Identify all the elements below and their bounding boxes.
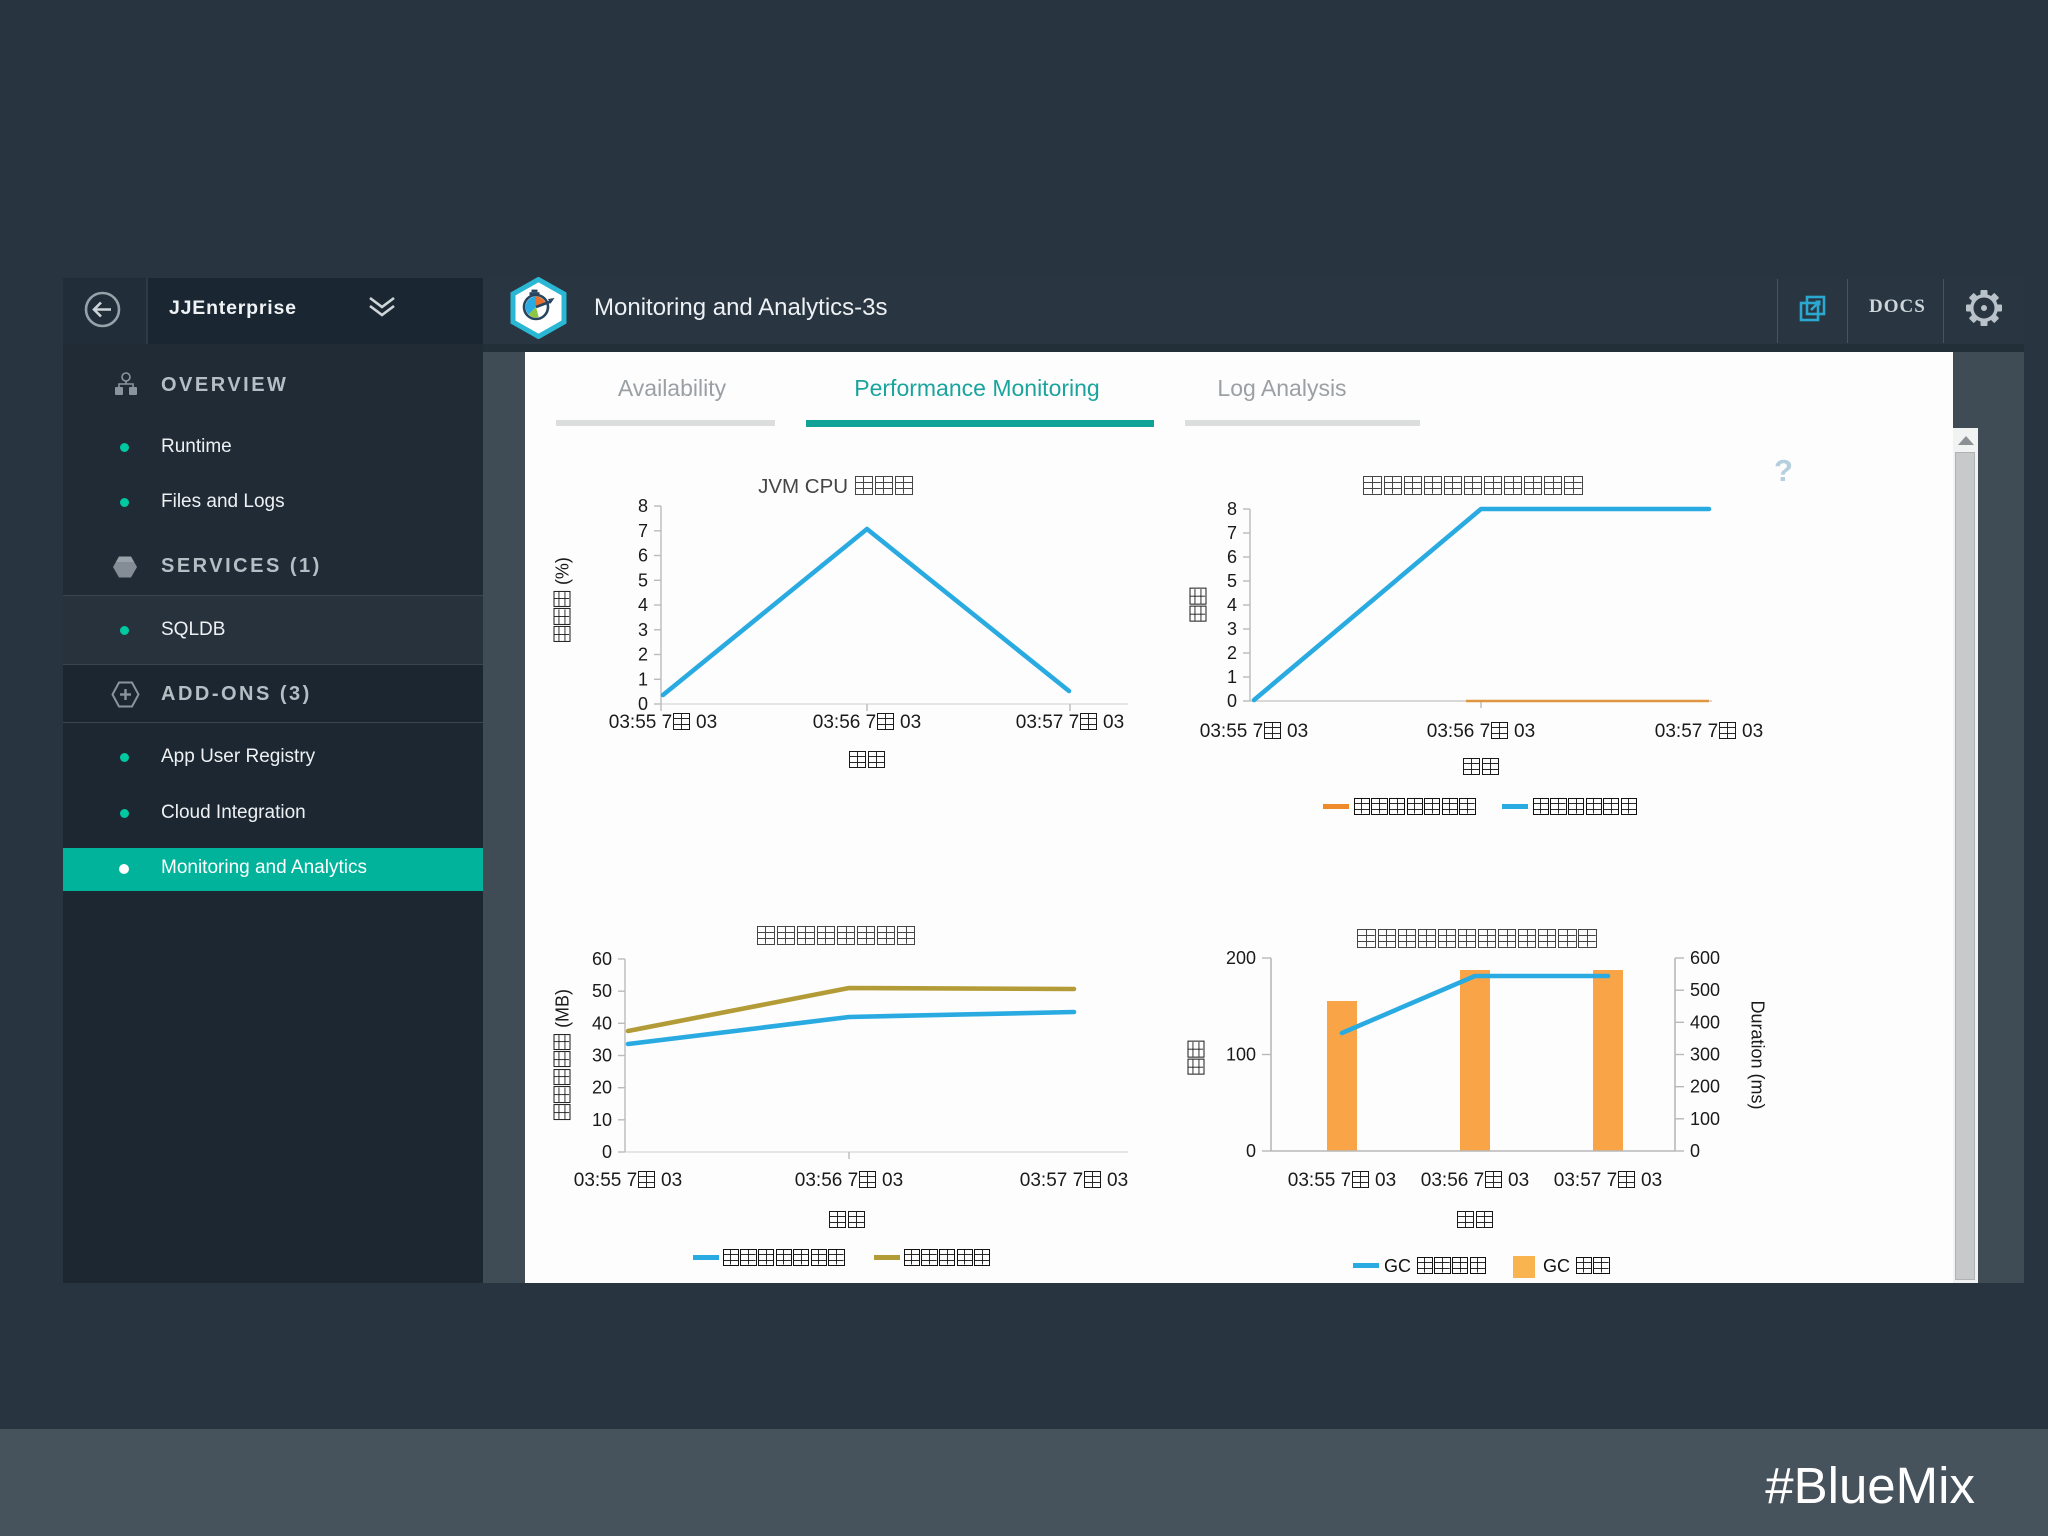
svg-text:50: 50 xyxy=(592,981,612,1001)
svg-text:4: 4 xyxy=(638,595,648,615)
svg-text:7: 7 xyxy=(1227,523,1237,543)
svg-text:2: 2 xyxy=(638,645,648,665)
svg-text:500: 500 xyxy=(1690,980,1720,1000)
svg-text:0: 0 xyxy=(602,1142,612,1162)
svg-text:0: 0 xyxy=(1246,1141,1256,1161)
svg-text:2: 2 xyxy=(1227,643,1237,663)
svg-text:5: 5 xyxy=(1227,571,1237,591)
svg-text:60: 60 xyxy=(592,949,612,969)
svg-text:8: 8 xyxy=(638,496,648,516)
svg-text:0: 0 xyxy=(1690,1141,1700,1161)
svg-text:7: 7 xyxy=(638,521,648,541)
svg-text:600: 600 xyxy=(1690,948,1720,968)
svg-text:1: 1 xyxy=(1227,667,1237,687)
svg-text:200: 200 xyxy=(1690,1077,1720,1097)
svg-text:10: 10 xyxy=(592,1110,612,1130)
svg-text:300: 300 xyxy=(1690,1045,1720,1065)
svg-text:20: 20 xyxy=(592,1078,612,1098)
svg-text:3: 3 xyxy=(1227,619,1237,639)
svg-text:5: 5 xyxy=(638,570,648,590)
svg-text:200: 200 xyxy=(1226,948,1256,968)
svg-text:6: 6 xyxy=(1227,547,1237,567)
svg-text:30: 30 xyxy=(592,1046,612,1066)
svg-text:8: 8 xyxy=(1227,499,1237,519)
svg-text:400: 400 xyxy=(1690,1012,1720,1032)
svg-text:4: 4 xyxy=(1227,595,1237,615)
svg-text:100: 100 xyxy=(1226,1045,1256,1065)
svg-text:1: 1 xyxy=(638,669,648,689)
svg-text:40: 40 xyxy=(592,1013,612,1033)
svg-text:0: 0 xyxy=(1227,691,1237,711)
svg-text:0: 0 xyxy=(638,694,648,714)
svg-text:6: 6 xyxy=(638,546,648,566)
svg-text:100: 100 xyxy=(1690,1109,1720,1129)
svg-text:3: 3 xyxy=(638,620,648,640)
